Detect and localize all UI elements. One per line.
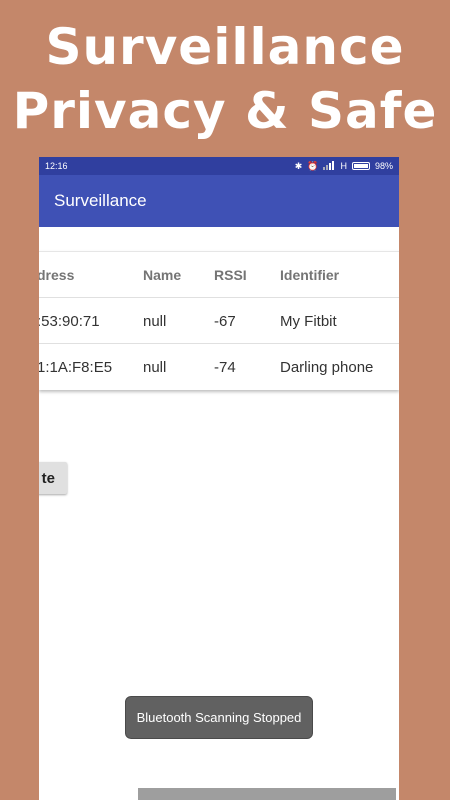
app-title: Surveillance bbox=[54, 191, 147, 210]
header-name: Name bbox=[143, 267, 182, 283]
battery-icon bbox=[351, 162, 370, 170]
app-bar: Surveillance bbox=[39, 175, 399, 227]
cell-name: null bbox=[143, 312, 167, 330]
cell-name: null bbox=[143, 358, 167, 376]
cell-address: :53:90:71 bbox=[39, 312, 100, 330]
table-header-row: dress Name RSSI Identifier bbox=[39, 252, 399, 298]
promo-banner: Surveillance Privacy & Safe bbox=[0, 14, 450, 144]
promo-title-line1: Surveillance bbox=[45, 18, 405, 76]
table-row[interactable]: :53:90:71 null -67 My Fitbit bbox=[39, 298, 399, 344]
header-rssi: RSSI bbox=[214, 267, 247, 283]
header-identifier: Identifier bbox=[280, 267, 340, 283]
phone-screen: 12:16 ✱ ⏰ H 98% Surveillance dress Name … bbox=[39, 157, 399, 800]
cell-rssi: -74 bbox=[214, 358, 236, 376]
promo-title-line2: Privacy & Safe bbox=[12, 82, 438, 140]
cell-address: 1:1A:F8:E5 bbox=[39, 358, 113, 376]
toast-message: Bluetooth Scanning Stopped bbox=[125, 696, 313, 739]
status-bar: 12:16 ✱ ⏰ H 98% bbox=[39, 157, 399, 175]
action-button[interactable]: te bbox=[39, 462, 67, 494]
battery-percent: 98% bbox=[374, 161, 393, 171]
devices-table: dress Name RSSI Identifier :53:90:71 nul… bbox=[39, 251, 399, 390]
bluetooth-icon: ✱ bbox=[294, 160, 303, 171]
cell-identifier: My Fitbit bbox=[280, 312, 337, 330]
network-type-label: H bbox=[340, 161, 347, 171]
signal-icon bbox=[323, 160, 335, 172]
alarm-icon: ⏰ bbox=[307, 160, 319, 171]
battery-fill bbox=[353, 164, 368, 168]
table-row[interactable]: 1:1A:F8:E5 null -74 Darling phone bbox=[39, 344, 399, 390]
header-address: dress bbox=[39, 267, 75, 283]
cell-identifier: Darling phone bbox=[280, 358, 374, 376]
bottom-scrollbar[interactable] bbox=[138, 788, 396, 800]
status-icons: ✱ ⏰ H 98% bbox=[294, 160, 393, 172]
status-time: 12:16 bbox=[45, 161, 68, 171]
cell-rssi: -67 bbox=[214, 312, 236, 330]
